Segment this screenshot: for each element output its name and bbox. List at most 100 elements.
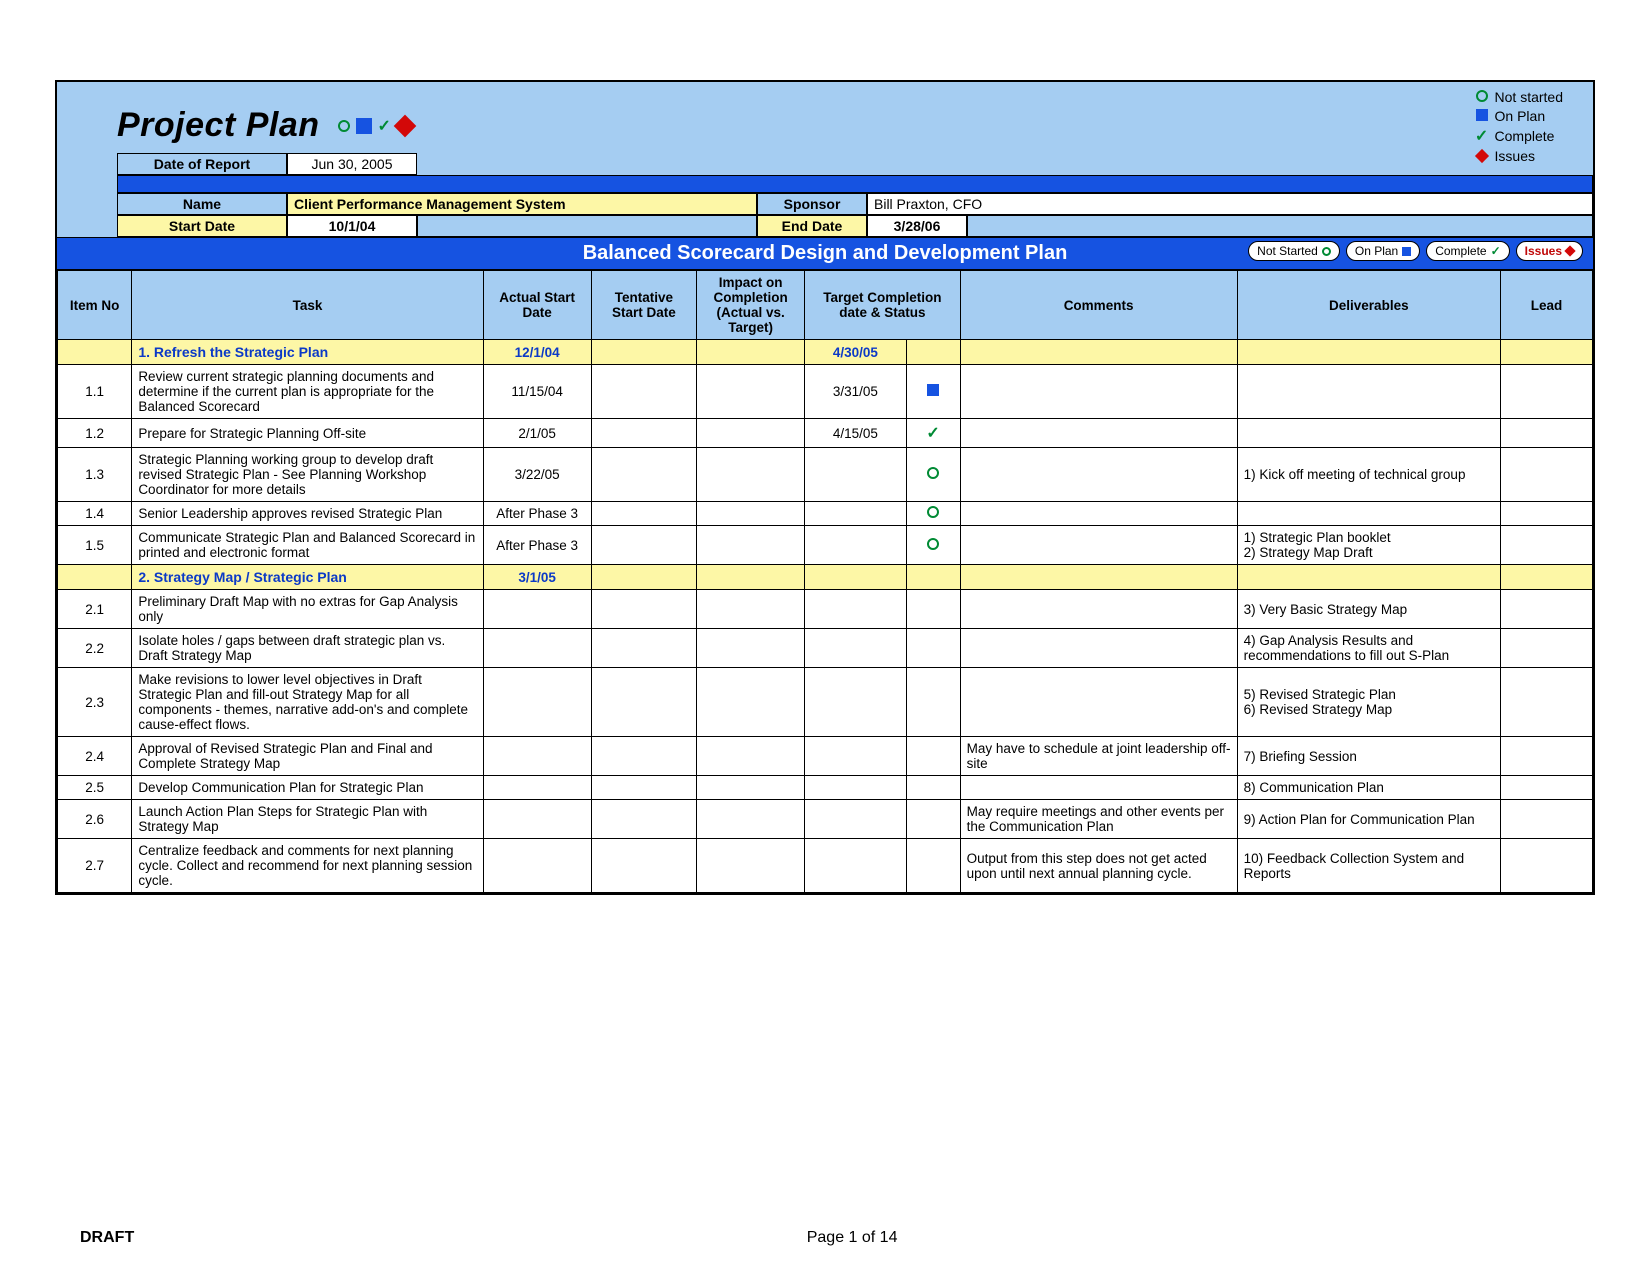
cell-deliverables	[1237, 419, 1500, 448]
legend-issues: Issues	[1495, 147, 1535, 166]
cell-status	[906, 526, 960, 565]
cell-impact	[697, 419, 805, 448]
footer-draft: DRAFT	[80, 1229, 134, 1247]
plan-table: Item No Task Actual Start Date Tentative…	[57, 270, 1593, 893]
cell-task: Communicate Strategic Plan and Balanced …	[132, 526, 483, 565]
legend-on-plan: On Plan	[1495, 107, 1546, 126]
table-row: 2.6Launch Action Plan Steps for Strategi…	[58, 800, 1593, 839]
cell-status	[906, 448, 960, 502]
cell-item: 2.2	[58, 629, 132, 668]
cell-item: 1.5	[58, 526, 132, 565]
cell-comments	[960, 590, 1237, 629]
sponsor-value: Bill Praxton, CFO	[867, 193, 1593, 215]
cell-task: Centralize feedback and comments for nex…	[132, 839, 483, 893]
cell-lead	[1501, 776, 1593, 800]
table-row: 2.7Centralize feedback and comments for …	[58, 839, 1593, 893]
cell-lead	[1501, 526, 1593, 565]
cell-target: 4/30/05	[805, 340, 906, 365]
table-row: 1.2Prepare for Strategic Planning Off-si…	[58, 419, 1593, 448]
name-label: Name	[117, 193, 287, 215]
cell-status	[906, 668, 960, 737]
page-footer: DRAFT Page 1 of 14	[80, 1229, 1570, 1247]
cell-status	[906, 502, 960, 526]
cell-deliverables: 9) Action Plan for Communication Plan	[1237, 800, 1500, 839]
cell-item: 1.3	[58, 448, 132, 502]
cell-actual-start	[483, 668, 591, 737]
cell-comments: May require meetings and other events pe…	[960, 800, 1237, 839]
cell-tentative-start	[591, 565, 696, 590]
cell-actual-start	[483, 629, 591, 668]
on-plan-icon	[356, 118, 372, 134]
col-item: Item No	[58, 271, 132, 340]
cell-lead	[1501, 800, 1593, 839]
cell-lead	[1501, 629, 1593, 668]
table-row: 2.4Approval of Revised Strategic Plan an…	[58, 737, 1593, 776]
project-name: Client Performance Management System	[287, 193, 757, 215]
cell-actual-start: 3/1/05	[483, 565, 591, 590]
footer-page: Page 1 of 14	[807, 1229, 898, 1247]
cell-status	[906, 737, 960, 776]
table-row: 2.3Make revisions to lower level objecti…	[58, 668, 1593, 737]
cell-status	[906, 800, 960, 839]
cell-impact	[697, 526, 805, 565]
cell-lead	[1501, 565, 1593, 590]
cell-target	[805, 668, 906, 737]
cell-deliverables	[1237, 565, 1500, 590]
cell-status	[906, 365, 960, 419]
table-row: 2.1Preliminary Draft Map with no extras …	[58, 590, 1593, 629]
cell-task: 2. Strategy Map / Strategic Plan	[132, 565, 483, 590]
cell-deliverables: 10) Feedback Collection System and Repor…	[1237, 839, 1500, 893]
date-of-report-value: Jun 30, 2005	[287, 153, 417, 175]
cell-tentative-start	[591, 776, 696, 800]
cell-actual-start	[483, 737, 591, 776]
col-tentative-start: Tentative Start Date	[591, 271, 696, 340]
section-title: Balanced Scorecard Design and Developmen…	[57, 237, 1593, 270]
issues-icon	[394, 114, 417, 137]
title-band: Project Plan ✓ Not started On Plan ✓Comp…	[57, 82, 1593, 153]
cell-actual-start: 3/22/05	[483, 448, 591, 502]
cell-target	[805, 526, 906, 565]
cell-comments	[960, 448, 1237, 502]
pill-complete[interactable]: Complete ✓	[1426, 241, 1509, 261]
cell-task: Isolate holes / gaps between draft strat…	[132, 629, 483, 668]
not-started-icon	[338, 120, 350, 132]
col-deliverables: Deliverables	[1237, 271, 1500, 340]
cell-lead	[1501, 365, 1593, 419]
cell-comments	[960, 502, 1237, 526]
complete-icon: ✓	[926, 425, 939, 442]
cell-comments: May have to schedule at joint leadership…	[960, 737, 1237, 776]
cell-tentative-start	[591, 340, 696, 365]
cell-tentative-start	[591, 502, 696, 526]
cell-task: Launch Action Plan Steps for Strategic P…	[132, 800, 483, 839]
cell-task: Review current strategic planning docume…	[132, 365, 483, 419]
cell-status	[906, 839, 960, 893]
cell-deliverables: 3) Very Basic Strategy Map	[1237, 590, 1500, 629]
cell-tentative-start	[591, 737, 696, 776]
end-date-label: End Date	[757, 215, 867, 237]
cell-tentative-start	[591, 365, 696, 419]
cell-target: 3/31/05	[805, 365, 906, 419]
pill-on-plan[interactable]: On Plan	[1346, 241, 1420, 261]
start-date-value: 10/1/04	[287, 215, 417, 237]
col-actual-start: Actual Start Date	[483, 271, 591, 340]
cell-target	[805, 776, 906, 800]
cell-comments	[960, 365, 1237, 419]
sponsor-label: Sponsor	[757, 193, 867, 215]
cell-comments: Output from this step does not get acted…	[960, 839, 1237, 893]
cell-comments	[960, 776, 1237, 800]
cell-impact	[697, 448, 805, 502]
cell-lead	[1501, 448, 1593, 502]
pill-not-started[interactable]: Not Started	[1248, 241, 1340, 261]
cell-actual-start	[483, 800, 591, 839]
pill-issues[interactable]: Issues	[1516, 241, 1583, 261]
cell-task: Approval of Revised Strategic Plan and F…	[132, 737, 483, 776]
cell-item: 1.1	[58, 365, 132, 419]
cell-item: 2.6	[58, 800, 132, 839]
cell-deliverables: 7) Briefing Session	[1237, 737, 1500, 776]
table-row: 1.4Senior Leadership approves revised St…	[58, 502, 1593, 526]
cell-target	[805, 565, 906, 590]
table-row: 1.5Communicate Strategic Plan and Balanc…	[58, 526, 1593, 565]
cell-tentative-start	[591, 448, 696, 502]
cell-actual-start	[483, 590, 591, 629]
cell-deliverables: 1) Strategic Plan booklet2) Strategy Map…	[1237, 526, 1500, 565]
